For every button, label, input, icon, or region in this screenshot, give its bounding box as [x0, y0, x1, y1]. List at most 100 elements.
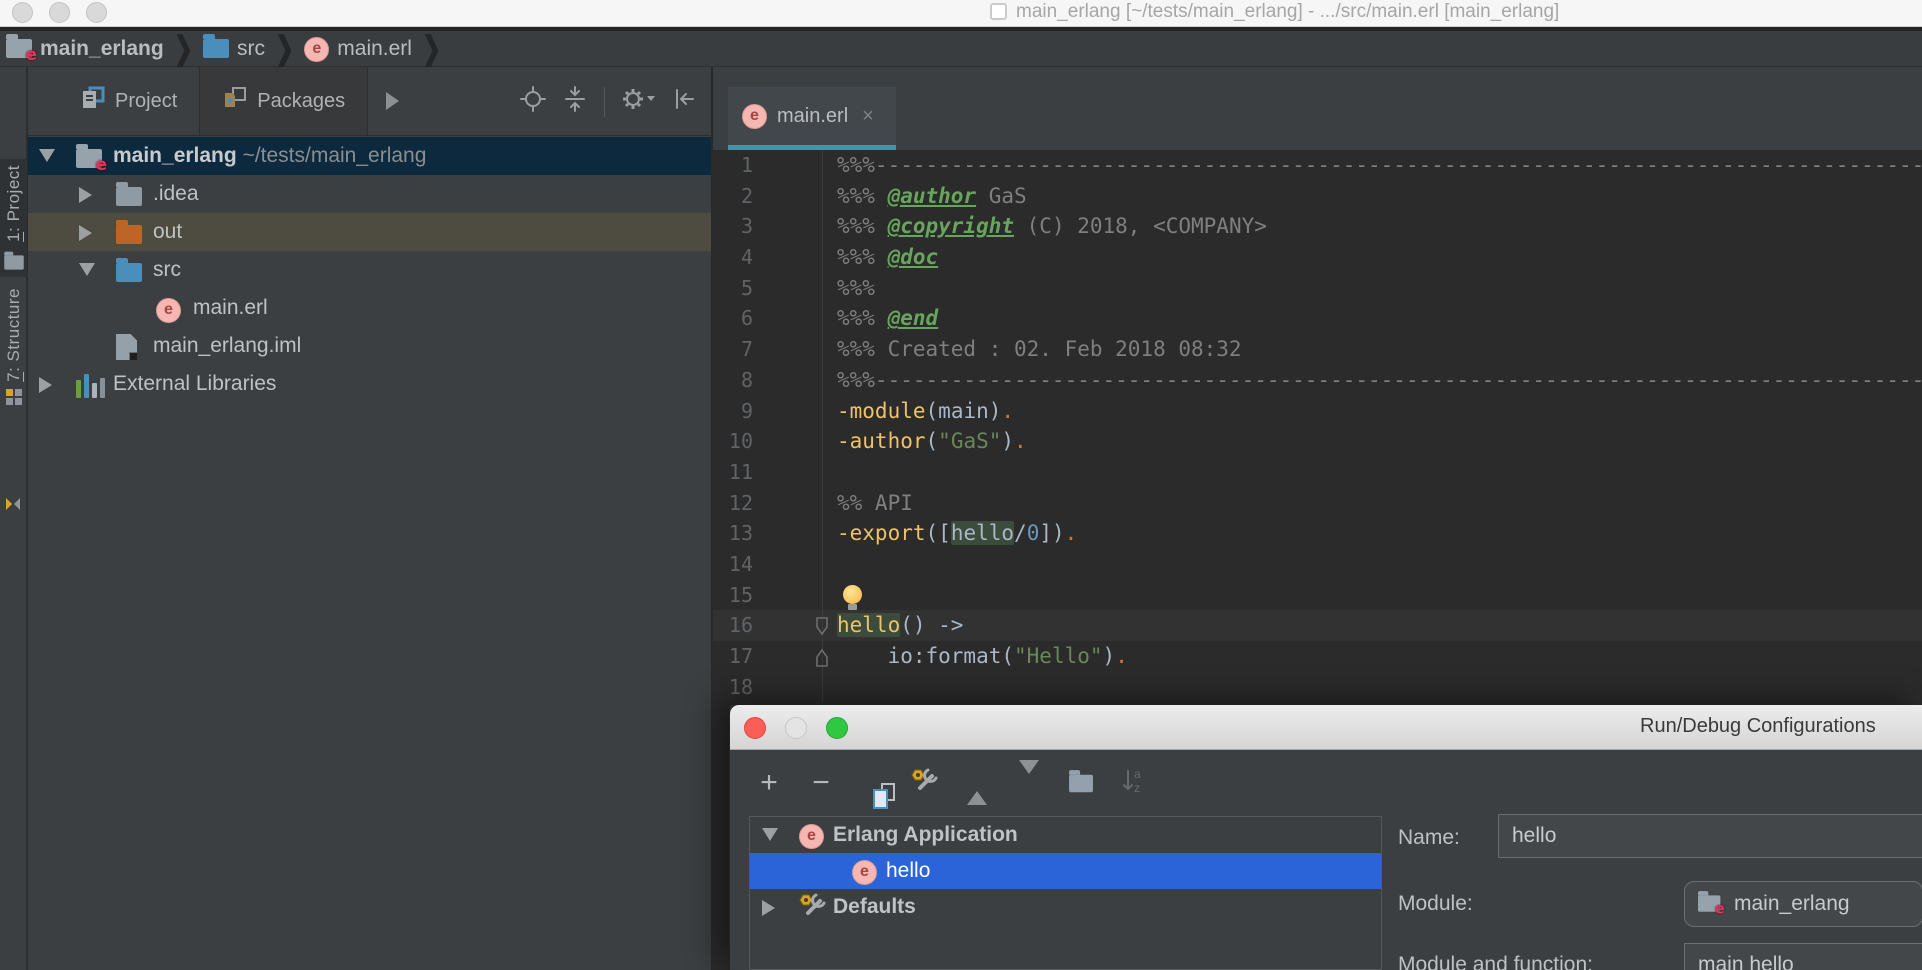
config-item-hello[interactable]: e hello: [750, 853, 1381, 889]
code-line-3: 3 %%% @copyright (C) 2018, <COMPANY>: [713, 211, 1922, 243]
tree-item-main-erl[interactable]: e main.erl: [28, 289, 711, 327]
module-and-function-input[interactable]: main hello: [1684, 943, 1922, 970]
tree-item-main_erlang[interactable]: e main_erlang ~/tests/main_erlang: [28, 137, 711, 175]
folder-blue-icon: [116, 258, 142, 288]
code-line-9: 9 -module(main).: [713, 395, 1922, 427]
tree-item--idea[interactable]: .idea: [28, 175, 711, 213]
tree-item-out[interactable]: out: [28, 213, 711, 251]
gutter-separator: [822, 272, 823, 304]
code-area[interactable]: 1 %%%------------------------------------…: [713, 150, 1922, 703]
sort-az-button: az: [1120, 767, 1146, 796]
code-text: -author("GaS").: [837, 429, 1027, 454]
chevron-right-icon[interactable]: [79, 187, 92, 203]
breadcrumb-item-src[interactable]: src: [203, 33, 265, 64]
tree-item-src[interactable]: src: [28, 251, 711, 289]
minimize-window-icon[interactable]: [49, 2, 70, 23]
tree-item-main_erlang-iml[interactable]: main_erlang.iml: [28, 327, 711, 365]
line-number: 18: [728, 674, 753, 699]
code-line-14: 14: [713, 548, 1922, 580]
project-tab-icon: [80, 85, 106, 117]
gutter-separator: [822, 211, 823, 243]
edit-defaults-button[interactable]: [911, 768, 938, 796]
editor-tab-main-erl[interactable]: e main.erl ×: [728, 87, 896, 150]
name-input[interactable]: hello: [1498, 814, 1922, 858]
tree-item-label: External Libraries: [113, 372, 277, 395]
chevron-down-icon[interactable]: [39, 149, 55, 162]
toolbar-separator: [604, 86, 605, 117]
gutter-separator: [822, 487, 823, 519]
code-line-16: 16 hello() ->: [713, 610, 1922, 641]
expand-views-icon[interactable]: [386, 92, 400, 110]
module-label: Module:: [1398, 892, 1473, 915]
close-window-icon[interactable]: [12, 2, 33, 23]
chevron-down-icon[interactable]: [79, 263, 95, 276]
new-folder-button[interactable]: [1068, 769, 1094, 796]
tree-item-external-libraries[interactable]: External Libraries: [28, 365, 711, 403]
breadcrumb-item-main-erl[interactable]: e main.erl: [304, 35, 412, 62]
module-and-function-label: Module and function:: [1398, 953, 1593, 970]
copy-button[interactable]: [860, 770, 895, 809]
breadcrumb-separator-icon: ❯: [275, 29, 295, 67]
folder-blue-icon: [203, 33, 229, 64]
chevron-right-icon[interactable]: [762, 900, 775, 916]
view-tab-project[interactable]: Project: [58, 67, 199, 135]
chevron-right-icon[interactable]: [79, 225, 92, 241]
svg-text:a: a: [1134, 767, 1141, 781]
gear-icon[interactable]: [621, 86, 655, 117]
tree-item-label: out: [153, 220, 183, 243]
close-tab-icon[interactable]: ×: [862, 105, 874, 128]
gutter-separator: [822, 548, 823, 580]
locate-icon[interactable]: [520, 86, 546, 117]
dialog-zoom-icon[interactable]: [826, 717, 848, 739]
move-down-icon: [1019, 760, 1039, 792]
module-value: main_erlang: [1734, 892, 1850, 915]
line-number: 6: [740, 306, 753, 331]
add-button[interactable]: +: [756, 767, 782, 797]
ide-screen: main_erlang [~/tests/main_erlang] - .../…: [0, 0, 1922, 970]
folder-erlang-icon: e: [6, 33, 37, 65]
view-tab-label: Project: [115, 89, 178, 112]
remove-button[interactable]: −: [808, 767, 834, 797]
name-label: Name:: [1398, 826, 1460, 849]
gutter-separator: [822, 180, 823, 212]
code-line-4: 4 %%% @doc: [713, 242, 1922, 273]
bookmark-tool-icon[interactable]: [5, 497, 21, 518]
config-item-defaults[interactable]: Defaults: [750, 889, 1381, 925]
chevron-down-icon[interactable]: [762, 828, 778, 841]
module-folder-erlang-icon: e: [1698, 891, 1725, 918]
module-select[interactable]: e main_erlang: [1684, 881, 1922, 927]
dialog-titlebar: Run/Debug Configurations: [730, 705, 1922, 750]
breadcrumb-item-main_erlang[interactable]: e main_erlang: [6, 33, 164, 65]
line-number: 11: [728, 459, 753, 484]
window-proxy-icon: [990, 3, 1007, 20]
move-up-icon: [967, 774, 987, 805]
code-line-12: 12 %% API: [713, 487, 1922, 519]
tree-item-label: src: [153, 258, 181, 281]
line-number: 14: [728, 551, 753, 576]
iml-file-icon: [116, 334, 137, 366]
tool-stripe-button-1-project[interactable]: 1: Project: [0, 159, 27, 277]
code-text: %%% @doc: [837, 245, 939, 270]
code-line-8: 8 %%%------------------------------------…: [713, 364, 1922, 396]
code-text: %%% Created : 02. Feb 2018 08:32: [837, 337, 1242, 362]
structure-stripe-icon: [5, 388, 23, 411]
code-line-11: 11: [713, 456, 1922, 488]
dialog-minimize-icon: [785, 717, 807, 739]
gutter-separator: [822, 303, 823, 335]
collapse-all-icon[interactable]: [562, 86, 588, 117]
gutter-separator: [822, 518, 823, 549]
view-tab-packages[interactable]: Packages: [199, 67, 369, 135]
tool-stripe-button-7-structure[interactable]: 7: Structure: [0, 282, 27, 406]
zoom-window-icon[interactable]: [86, 2, 107, 23]
gutter-separator: [822, 456, 823, 488]
line-number: 16: [728, 613, 753, 638]
dialog-close-icon[interactable]: [744, 717, 766, 739]
intention-bulb-icon[interactable]: [843, 584, 862, 610]
chevron-right-icon[interactable]: [39, 377, 52, 393]
gutter-separator: [822, 579, 823, 611]
hide-panel-icon[interactable]: [671, 86, 697, 117]
project-panel-header-icons: [520, 67, 697, 136]
config-item-erlang-application[interactable]: e Erlang Application: [750, 817, 1381, 853]
sort-az-icon: az: [1120, 767, 1146, 800]
code-line-10: 10 -author("GaS").: [713, 426, 1922, 457]
